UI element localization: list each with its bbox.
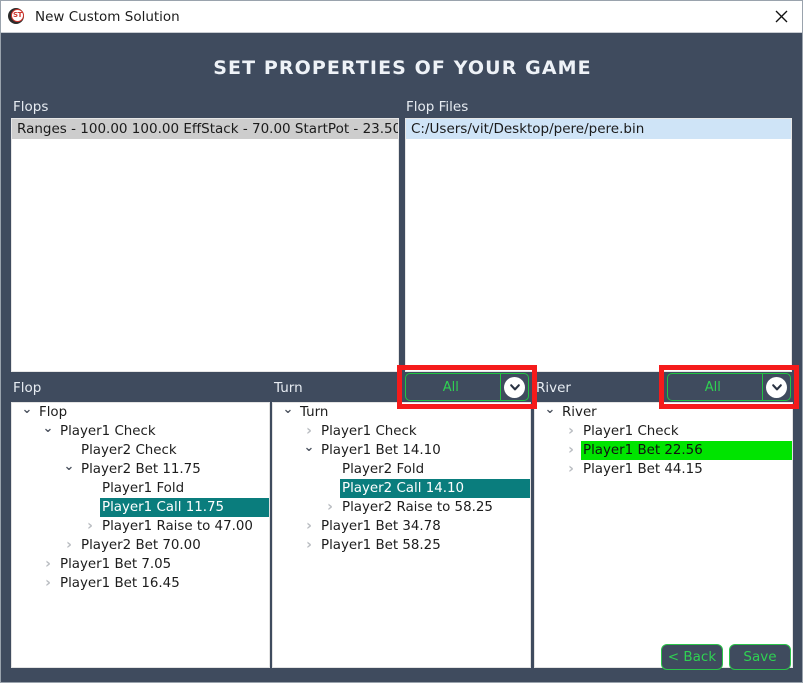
tree-node[interactable]: › Player1 Check	[535, 422, 792, 441]
tree-node[interactable]: › Player1 Check	[273, 422, 530, 441]
tree-node-label: Player1 Raise to 47.00	[102, 519, 253, 534]
chevron-down-icon[interactable]: ⌄	[281, 403, 295, 422]
river-filter-dropdown[interactable]: All	[667, 373, 791, 401]
flop-files-label: Flop Files	[406, 99, 469, 115]
tree-node-label: River	[562, 405, 597, 420]
chevron-right-icon[interactable]: ›	[41, 555, 55, 574]
window-bottom-strip	[1, 674, 802, 682]
tree-node-label: Player1 Bet 14.10	[321, 443, 441, 458]
list-item[interactable]: Ranges - 100.00 100.00 EffStack - 70.00 …	[12, 119, 398, 139]
tree-node-label: Player2 Bet 11.75	[81, 462, 201, 477]
tree-node[interactable]: ⌄ Turn	[273, 403, 530, 422]
tree-node-label: Player1 Bet 22.56	[581, 441, 792, 460]
tree-node-label: Player1 Fold	[102, 481, 185, 496]
tree-node-label: Player2 Check	[81, 443, 177, 458]
new-custom-solution-window: ST New Custom Solution SET PROPERTIES OF…	[0, 0, 803, 683]
tree-node[interactable]: › Player1 Bet 22.56	[535, 441, 792, 460]
tree-node-label: Player2 Fold	[342, 462, 425, 477]
chevron-down-icon[interactable]: ⌄	[20, 403, 34, 422]
chevron-right-icon[interactable]: ›	[83, 517, 97, 536]
chevron-right-icon[interactable]: ›	[564, 460, 578, 479]
tree-node[interactable]: ⌄ Flop	[12, 403, 269, 422]
tree-node[interactable]: › Player1 Bet 44.15	[535, 460, 792, 479]
close-icon[interactable]	[758, 1, 802, 32]
river-panel-label: River	[536, 380, 571, 396]
tree-node[interactable]: › Player1 Bet 16.45	[12, 574, 269, 593]
window-title: New Custom Solution	[35, 8, 180, 25]
tree-node[interactable]: ⌄ River	[535, 403, 792, 422]
flop-tree[interactable]: ⌄ Flop ⌄ Player1 Check Player2 Check ⌄ Player2…	[11, 402, 270, 668]
tree-node[interactable]: › Player1 Bet 58.25	[273, 536, 530, 555]
chevron-down-icon[interactable]	[501, 376, 528, 398]
tree-node-label: Player1 Bet 34.78	[321, 519, 441, 534]
save-button[interactable]: Save	[729, 644, 791, 670]
dialog-content: SET PROPERTIES OF YOUR GAME Flops Ranges…	[1, 33, 802, 682]
turn-panel-label: Turn	[274, 380, 303, 396]
chevron-right-icon[interactable]: ›	[564, 422, 578, 441]
river-tree[interactable]: ⌄ River › Player1 Check › Player1 Bet 22.56 › P…	[534, 402, 793, 668]
tree-node[interactable]: › Player2 Bet 70.00	[12, 536, 269, 555]
chevron-right-icon[interactable]: ›	[62, 536, 76, 555]
flops-label: Flops	[13, 99, 49, 115]
chevron-down-icon[interactable]: ⌄	[41, 422, 55, 441]
chevron-right-icon[interactable]: ›	[564, 441, 578, 460]
flops-listbox[interactable]: Ranges - 100.00 100.00 EffStack - 70.00 …	[11, 118, 399, 372]
flop-panel-label: Flop	[13, 380, 42, 396]
tree-node-label: Player2 Bet 70.00	[81, 538, 201, 553]
tree-node-label: Player2 Call 14.10	[340, 479, 530, 498]
app-logo-icon: ST	[8, 7, 26, 26]
chevron-right-icon[interactable]: ›	[302, 422, 316, 441]
chevron-right-icon[interactable]: ›	[323, 498, 337, 517]
tree-node-label: Player1 Bet 16.45	[60, 576, 180, 591]
chevron-down-icon[interactable]: ⌄	[62, 460, 76, 479]
river-filter-value: All	[704, 379, 721, 395]
tree-node-label: Player1 Check	[60, 424, 156, 439]
tree-node[interactable]: ⌄ Player1 Bet 14.10	[273, 441, 530, 460]
tree-node-label: Player1 Check	[583, 424, 679, 439]
turn-filter-dropdown[interactable]: All	[405, 373, 529, 401]
tree-node-label: Player1 Bet 58.25	[321, 538, 441, 553]
chevron-right-icon[interactable]: ›	[41, 574, 55, 593]
chevron-right-icon[interactable]: ›	[302, 517, 316, 536]
back-button[interactable]: < Back	[661, 644, 723, 670]
tree-node[interactable]: ⌄ Player2 Bet 11.75	[12, 460, 269, 479]
tree-node[interactable]: Player1 Call 11.75	[12, 498, 269, 517]
tree-node[interactable]: Player1 Fold	[12, 479, 269, 498]
tree-node[interactable]: › Player1 Raise to 47.00	[12, 517, 269, 536]
tree-node-label: Turn	[300, 405, 329, 420]
tree-node-label: Player1 Call 11.75	[100, 498, 269, 517]
chevron-down-icon[interactable]: ⌄	[543, 403, 557, 422]
chevron-down-icon[interactable]	[763, 376, 790, 398]
tree-node[interactable]: Player2 Call 14.10	[273, 479, 530, 498]
chevron-right-icon[interactable]: ›	[302, 536, 316, 555]
tree-node[interactable]: Player2 Fold	[273, 460, 530, 479]
page-title: SET PROPERTIES OF YOUR GAME	[213, 57, 592, 79]
tree-node-label: Flop	[39, 405, 68, 420]
tree-node[interactable]: › Player1 Bet 34.78	[273, 517, 530, 536]
chevron-down-icon[interactable]: ⌄	[302, 441, 316, 460]
tree-node-label: Player2 Raise to 58.25	[342, 500, 493, 515]
window-titlebar: ST New Custom Solution	[1, 1, 802, 33]
tree-node-label: Player1 Check	[321, 424, 417, 439]
tree-node-label: Player1 Bet 44.15	[583, 462, 703, 477]
list-item[interactable]: C:/Users/vit/Desktop/pere/pere.bin	[406, 119, 791, 139]
tree-node[interactable]: ⌄ Player1 Check	[12, 422, 269, 441]
tree-node[interactable]: › Player1 Bet 7.05	[12, 555, 269, 574]
tree-node-label: Player1 Bet 7.05	[60, 557, 172, 572]
tree-node[interactable]: › Player2 Raise to 58.25	[273, 498, 530, 517]
flop-files-listbox[interactable]: C:/Users/vit/Desktop/pere/pere.bin	[405, 118, 792, 372]
tree-node[interactable]: Player2 Check	[12, 441, 269, 460]
turn-tree[interactable]: ⌄ Turn › Player1 Check ⌄ Player1 Bet 14.10 Pla…	[272, 402, 531, 668]
turn-filter-value: All	[442, 379, 459, 395]
